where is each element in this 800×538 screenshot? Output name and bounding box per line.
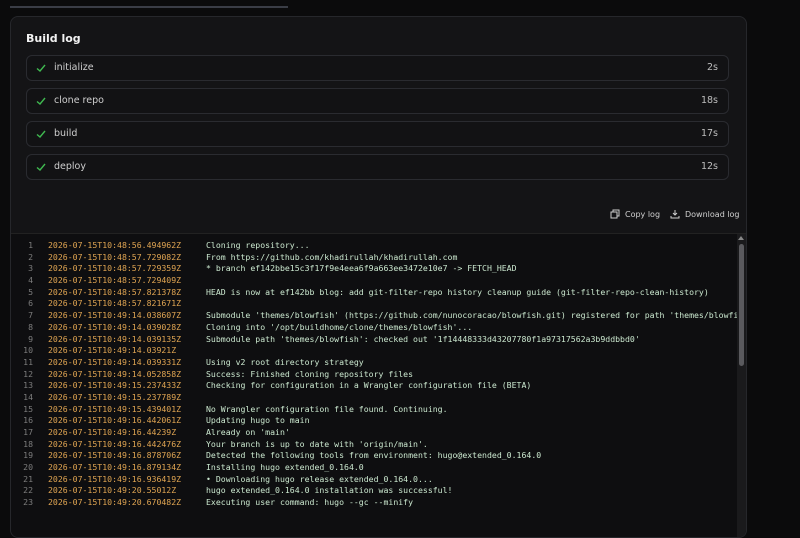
scroll-up-arrow[interactable]	[738, 236, 744, 240]
log-timestamp: 2026-07-15T10:49:14.03921Z	[48, 345, 177, 356]
log-timestamp: 2026-07-15T10:49:16.442476Z	[48, 438, 182, 449]
line-number: 15	[23, 403, 33, 414]
log-timestamp: 2026-07-15T10:48:57.821378Z	[48, 286, 182, 297]
build-step-duration: 18s	[700, 95, 718, 106]
line-number: 3	[28, 263, 33, 274]
log-message: Executing user command: hugo --gc --mini…	[206, 497, 414, 508]
log-timestamp: 2026-07-15T10:48:57.729409Z	[48, 275, 182, 286]
log-actions: Copy log Download log	[11, 209, 746, 223]
log-timestamp: 2026-07-15T10:49:20.670482Z	[48, 497, 182, 508]
build-step[interactable]: initialize 2s	[26, 55, 729, 81]
build-step-duration: 17s	[700, 128, 718, 139]
download-icon	[670, 210, 680, 219]
log-message: No Wrangler configuration file found. Co…	[206, 403, 448, 414]
copy-log-label: Copy log	[625, 209, 661, 219]
log-message: Already on 'main'	[206, 427, 290, 437]
log-scrollbar[interactable]	[737, 234, 746, 537]
line-number: 5	[28, 286, 33, 297]
line-number: 7	[28, 310, 33, 321]
log-message: Submodule 'themes/blowfish' (https://git…	[206, 310, 739, 321]
build-step-label: initialize	[54, 62, 94, 73]
log-message: HEAD is now at ef142bb blog: add git-fil…	[206, 286, 709, 297]
log-message: hugo extended_0.164.0 installation was s…	[206, 485, 453, 496]
log-timestamp: 2026-07-15T10:48:57.729082Z	[48, 251, 182, 262]
log-timestamp: 2026-07-15T10:49:16.878706Z	[48, 450, 182, 461]
download-log-button[interactable]: Download log	[670, 209, 740, 219]
build-step[interactable]: deploy 12s	[26, 154, 729, 180]
line-number: 16	[23, 415, 33, 426]
log-timestamp: 2026-07-15T10:48:57.729359Z	[48, 263, 182, 274]
log-message: Success: Finished cloning repository fil…	[206, 368, 414, 379]
log-message: From https://github.com/khadirullah/khad…	[206, 251, 458, 262]
check-icon	[36, 97, 46, 105]
line-number: 6	[28, 298, 33, 309]
line-number: 21	[23, 473, 33, 484]
log-message: Installing hugo extended_0.164.0	[206, 462, 364, 473]
line-number: 4	[28, 275, 33, 286]
log-message: Cloning repository...	[206, 240, 310, 250]
line-number: 2	[28, 251, 33, 262]
log-message: Detected the following tools from enviro…	[206, 450, 542, 461]
log-timestamp: 2026-07-15T10:49:16.442061Z	[48, 415, 182, 426]
log-timestamp: 2026-07-15T10:48:56.494962Z	[48, 240, 182, 250]
log-message: Using v2 root directory strategy	[206, 356, 364, 367]
log-output[interactable]: 1 2026-07-15T10:48:56.494962Z Cloning repo…	[11, 233, 746, 537]
log-message: Your branch is up to date with 'origin/m…	[206, 438, 428, 449]
build-step[interactable]: build 17s	[26, 121, 729, 147]
log-timestamp: 2026-07-15T10:49:20.55012Z	[48, 485, 177, 496]
build-step-label: clone repo	[54, 95, 104, 106]
line-number: 20	[23, 462, 33, 473]
build-step-duration: 2s	[707, 62, 718, 73]
build-step-duration: 12s	[700, 161, 718, 172]
log-message: Updating hugo to main	[206, 415, 310, 426]
scroll-thumb[interactable]	[739, 244, 744, 366]
log-timestamp: 2026-07-15T10:48:57.821671Z	[48, 298, 182, 309]
log-timestamp: 2026-07-15T10:49:14.052858Z	[48, 368, 182, 379]
check-icon	[36, 64, 46, 72]
log-message: Checking for configuration in a Wrangler…	[206, 380, 532, 391]
line-number: 19	[23, 450, 33, 461]
line-number: 17	[23, 427, 33, 437]
log-timestamp: 2026-07-15T10:49:14.039331Z	[48, 356, 182, 367]
log-timestamp: 2026-07-15T10:49:14.038607Z	[48, 310, 182, 321]
check-icon	[36, 163, 46, 171]
log-timestamp: 2026-07-15T10:49:15.237433Z	[48, 380, 182, 391]
log-timestamp: 2026-07-15T10:49:16.879134Z	[48, 462, 182, 473]
line-number: 18	[23, 438, 33, 449]
log-message: Cloning into '/opt/buildhome/clone/theme…	[206, 321, 473, 332]
copy-log-button[interactable]: Copy log	[610, 209, 660, 219]
line-number: 9	[28, 333, 33, 344]
log-message: Submodule path 'themes/blowfish': checke…	[206, 333, 640, 344]
log-timestamp: 2026-07-15T10:49:15.237789Z	[48, 391, 182, 402]
log-timestamp: 2026-07-15T10:49:16.44239Z	[48, 427, 177, 437]
build-step-label: build	[54, 128, 78, 139]
copy-icon	[610, 209, 620, 219]
line-number: 22	[23, 485, 33, 496]
log-timestamp: 2026-07-15T10:49:15.439401Z	[48, 403, 182, 414]
line-number: 11	[23, 356, 33, 367]
line-number: 13	[23, 380, 33, 391]
top-progress-line	[10, 6, 288, 8]
log-message: • Downloading hugo release extended_0.16…	[206, 473, 433, 484]
build-log-title: Build log	[26, 32, 81, 45]
log-timestamp: 2026-07-15T10:49:14.039028Z	[48, 321, 182, 332]
line-number: 8	[28, 321, 33, 332]
check-icon	[36, 130, 46, 138]
log-timestamp: 2026-07-15T10:49:14.039135Z	[48, 333, 182, 344]
line-number: 12	[23, 368, 33, 379]
build-step[interactable]: clone repo 18s	[26, 88, 729, 114]
line-number: 1	[28, 240, 33, 250]
log-message: * branch ef142bbe15c3f17f9e4eea6f9a663ee…	[206, 263, 517, 274]
log-timestamp: 2026-07-15T10:49:16.936419Z	[48, 473, 182, 484]
build-log-panel: Build log initialize 2s clone repo 18s build…	[10, 16, 747, 538]
line-number: 23	[23, 497, 33, 508]
line-number: 10	[23, 345, 33, 356]
build-step-label: deploy	[54, 161, 86, 172]
download-log-label: Download log	[685, 209, 740, 219]
line-number: 14	[23, 391, 33, 402]
